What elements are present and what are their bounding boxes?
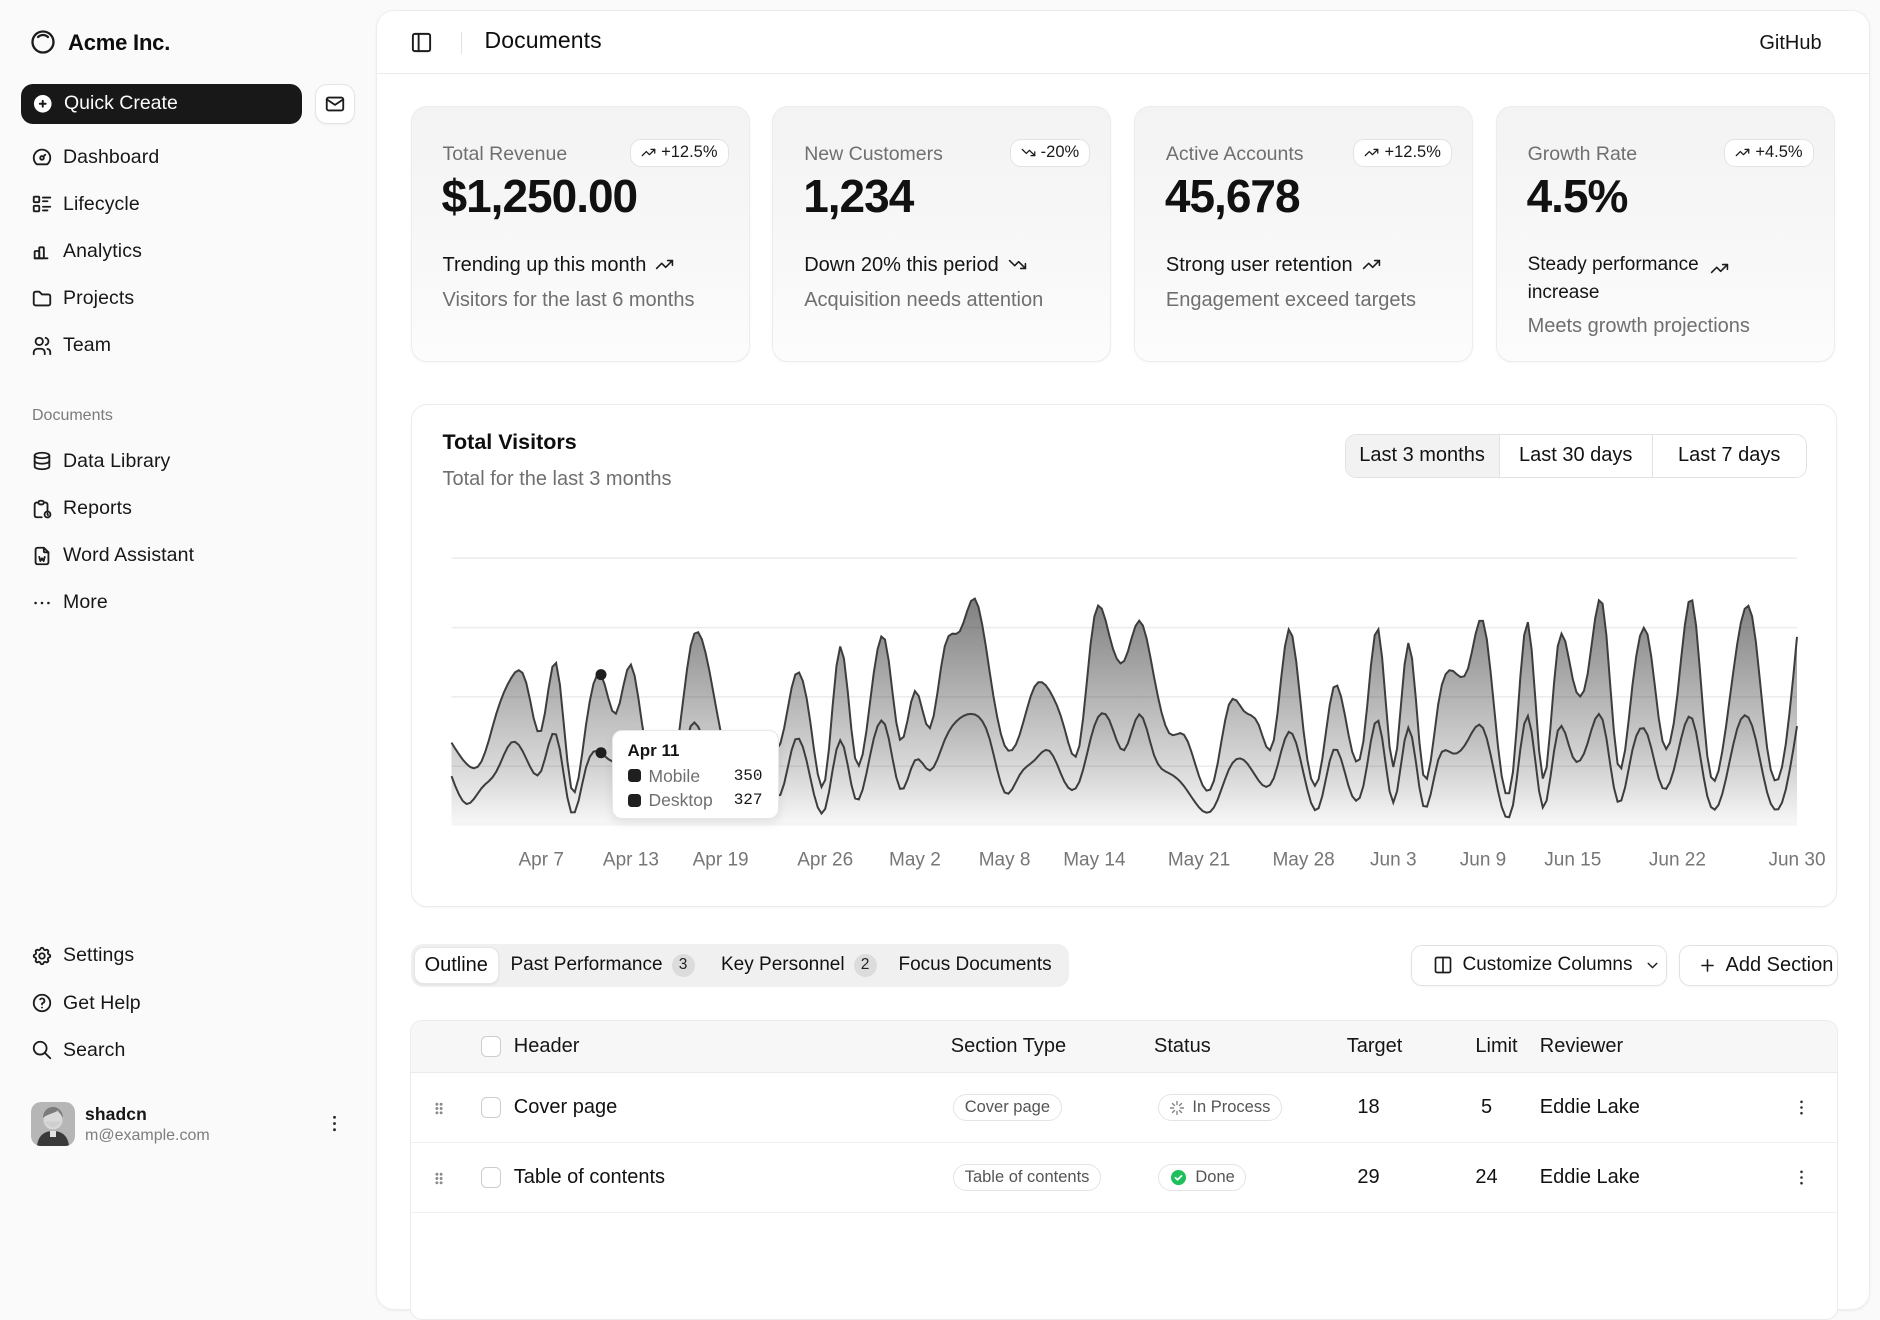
svg-text:Jun 22: Jun 22	[1648, 849, 1705, 870]
svg-text:Apr 26: Apr 26	[797, 849, 853, 870]
svg-text:Jun 30: Jun 30	[1768, 849, 1825, 870]
svg-text:Jun 9: Jun 9	[1459, 849, 1505, 870]
svg-text:May 14: May 14	[1063, 849, 1126, 870]
svg-text:Jun 3: Jun 3	[1370, 849, 1416, 870]
svg-text:May 21: May 21	[1167, 849, 1229, 870]
svg-text:Apr 19: Apr 19	[692, 849, 748, 870]
svg-text:May 28: May 28	[1272, 849, 1334, 870]
svg-text:Apr 13: Apr 13	[602, 849, 658, 870]
svg-text:May 8: May 8	[978, 849, 1030, 870]
svg-text:Jun 15: Jun 15	[1544, 849, 1601, 870]
svg-text:Apr 7: Apr 7	[518, 849, 563, 870]
svg-text:May 2: May 2	[889, 849, 941, 870]
